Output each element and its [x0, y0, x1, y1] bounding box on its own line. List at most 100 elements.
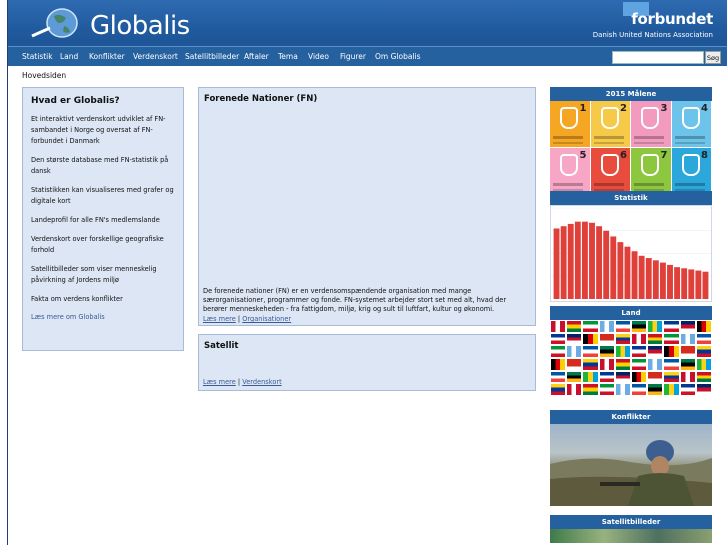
- globe-magnifier-icon[interactable]: [28, 8, 84, 40]
- nav-item-tema[interactable]: Tema: [278, 52, 298, 61]
- flag-icon: [631, 345, 648, 358]
- flag-icon: [631, 358, 648, 371]
- mdg-goal-caption: [593, 136, 624, 144]
- fn-panel-title: Forenede Nationer (FN): [204, 94, 318, 104]
- flag-icon: [647, 332, 664, 346]
- chart-bar: [652, 260, 659, 299]
- satellite-image[interactable]: [550, 529, 712, 543]
- chart-bar: [610, 236, 617, 299]
- satellitbilleder-widget-title[interactable]: Satellitbilleder: [550, 515, 712, 529]
- main-nav: Statistik Land Konflikter Verdenskort Sa…: [8, 46, 727, 66]
- satellitbilleder-widget[interactable]: Satellitbilleder: [550, 515, 712, 543]
- flags-mosaic[interactable]: [550, 320, 712, 396]
- nav-item-om-globalis[interactable]: Om Globalis: [375, 52, 421, 61]
- flag-icon: [663, 370, 680, 384]
- fn-panel-description: De forenede nationer (FN) er en verdenso…: [203, 287, 507, 313]
- konflikter-widget[interactable]: Konflikter: [550, 410, 712, 506]
- nav-item-land[interactable]: Land: [60, 52, 78, 61]
- mdg-goal-7[interactable]: 7: [631, 148, 672, 195]
- sidebar-paragraph: Et interaktivt verdenskort udviklet af F…: [31, 115, 166, 145]
- flag-icon: [695, 358, 712, 371]
- sidebar-paragraph: Statistikken kan visualiseres med grafer…: [31, 186, 174, 205]
- fn-organisations-link[interactable]: Organisationer: [242, 315, 291, 323]
- breadcrumb[interactable]: Hovedsiden: [22, 71, 66, 80]
- flag-icon: [566, 383, 583, 396]
- flag-icon: [598, 370, 615, 384]
- flag-icon: [614, 320, 631, 333]
- mdg-widget[interactable]: 2015 Målene 1 2 3 4 5 6 7 8: [550, 87, 712, 195]
- mdg-goal-caption: [674, 183, 705, 191]
- flag-icon: [582, 370, 599, 384]
- flag-icon: [631, 370, 648, 384]
- flag-icon: [582, 383, 599, 396]
- land-widget-title[interactable]: Land: [550, 306, 712, 320]
- flag-icon: [679, 345, 696, 358]
- about-more-link[interactable]: Læs mere om Globalis: [31, 313, 105, 321]
- land-widget[interactable]: Land: [550, 306, 712, 396]
- chart-bar: [560, 226, 567, 299]
- konflikter-widget-title[interactable]: Konflikter: [550, 410, 712, 424]
- mdg-grid[interactable]: 1 2 3 4 5 6 7 8: [550, 101, 712, 195]
- mdg-goal-number: 1: [579, 103, 587, 114]
- nav-item-konflikter[interactable]: Konflikter: [89, 52, 125, 61]
- mdg-goal-3[interactable]: 3: [631, 101, 672, 148]
- nav-item-verdenskort[interactable]: Verdenskort: [133, 52, 178, 61]
- soldier-photo[interactable]: [550, 424, 712, 506]
- chart-bar: [581, 221, 588, 299]
- mdg-goal-1[interactable]: 1: [550, 101, 591, 148]
- flag-icon: [695, 345, 712, 358]
- flag-icon: [647, 320, 664, 333]
- flag-icon: [582, 332, 599, 346]
- statistik-chart[interactable]: [550, 205, 712, 302]
- mdg-goal-number: 5: [579, 150, 587, 161]
- fn-read-more-link[interactable]: Læs mere: [203, 315, 236, 323]
- partner-logo[interactable]: forbundet Danish United Nations Associat…: [593, 10, 714, 39]
- mdg-goal-number: 4: [701, 103, 708, 114]
- statistik-widget[interactable]: Statistik: [550, 191, 712, 302]
- flag-icon: [566, 332, 583, 346]
- flag-icon: [566, 370, 583, 384]
- flag-icon: [695, 320, 712, 333]
- satellite-read-more-link[interactable]: Læs mere: [203, 378, 236, 386]
- nav-item-satellitbilleder[interactable]: Satellitbilleder: [185, 52, 239, 61]
- flag-icon: [663, 345, 680, 358]
- logo-text[interactable]: Globalis: [90, 11, 190, 41]
- flag-icon: [550, 345, 567, 358]
- nav-item-video[interactable]: Video: [308, 52, 329, 61]
- chart-bar: [688, 269, 695, 299]
- satellite-map-link[interactable]: Verdenskort: [242, 378, 281, 386]
- chart-bar: [617, 242, 624, 299]
- mdg-goal-5[interactable]: 5: [550, 148, 591, 195]
- search-input[interactable]: [612, 51, 704, 64]
- search-button[interactable]: Søg: [705, 51, 721, 64]
- mdg-goal-icon: [641, 107, 659, 129]
- partner-title: forbundet: [631, 10, 713, 28]
- nav-item-figurer[interactable]: Figurer: [340, 52, 366, 61]
- fn-panel-links: Læs mere | Organisationer: [203, 315, 291, 323]
- sidebar-paragraph: Verdenskort over forskellige geografiske…: [31, 235, 164, 254]
- nav-item-statistik[interactable]: Statistik: [22, 52, 53, 61]
- flag-icon: [679, 358, 696, 371]
- statistik-widget-title[interactable]: Statistik: [550, 191, 712, 205]
- mdg-goal-8[interactable]: 8: [671, 148, 712, 195]
- nav-item-aftaler[interactable]: Aftaler: [244, 52, 269, 61]
- mdg-widget-title[interactable]: 2015 Målene: [550, 87, 712, 101]
- flag-icon: [679, 320, 696, 333]
- mdg-goal-2[interactable]: 2: [590, 101, 631, 148]
- mdg-goal-icon: [600, 107, 619, 129]
- flag-icon: [582, 320, 599, 333]
- flag-icon: [582, 358, 599, 371]
- flag-icon: [566, 320, 583, 333]
- chart-bar: [695, 270, 702, 299]
- flag-icon: [695, 370, 712, 384]
- flag-icon: [631, 383, 648, 396]
- flag-icon: [598, 320, 615, 333]
- chart-bar: [631, 251, 638, 299]
- chart-bar: [667, 264, 673, 299]
- mdg-goal-number: 2: [620, 103, 627, 114]
- mdg-goal-6[interactable]: 6: [590, 148, 631, 195]
- mdg-goal-4[interactable]: 4: [671, 101, 712, 148]
- mdg-goal-caption: [553, 183, 583, 191]
- sidebar-paragraph: Fakta om verdens konflikter: [31, 295, 123, 303]
- flag-icon: [566, 345, 583, 358]
